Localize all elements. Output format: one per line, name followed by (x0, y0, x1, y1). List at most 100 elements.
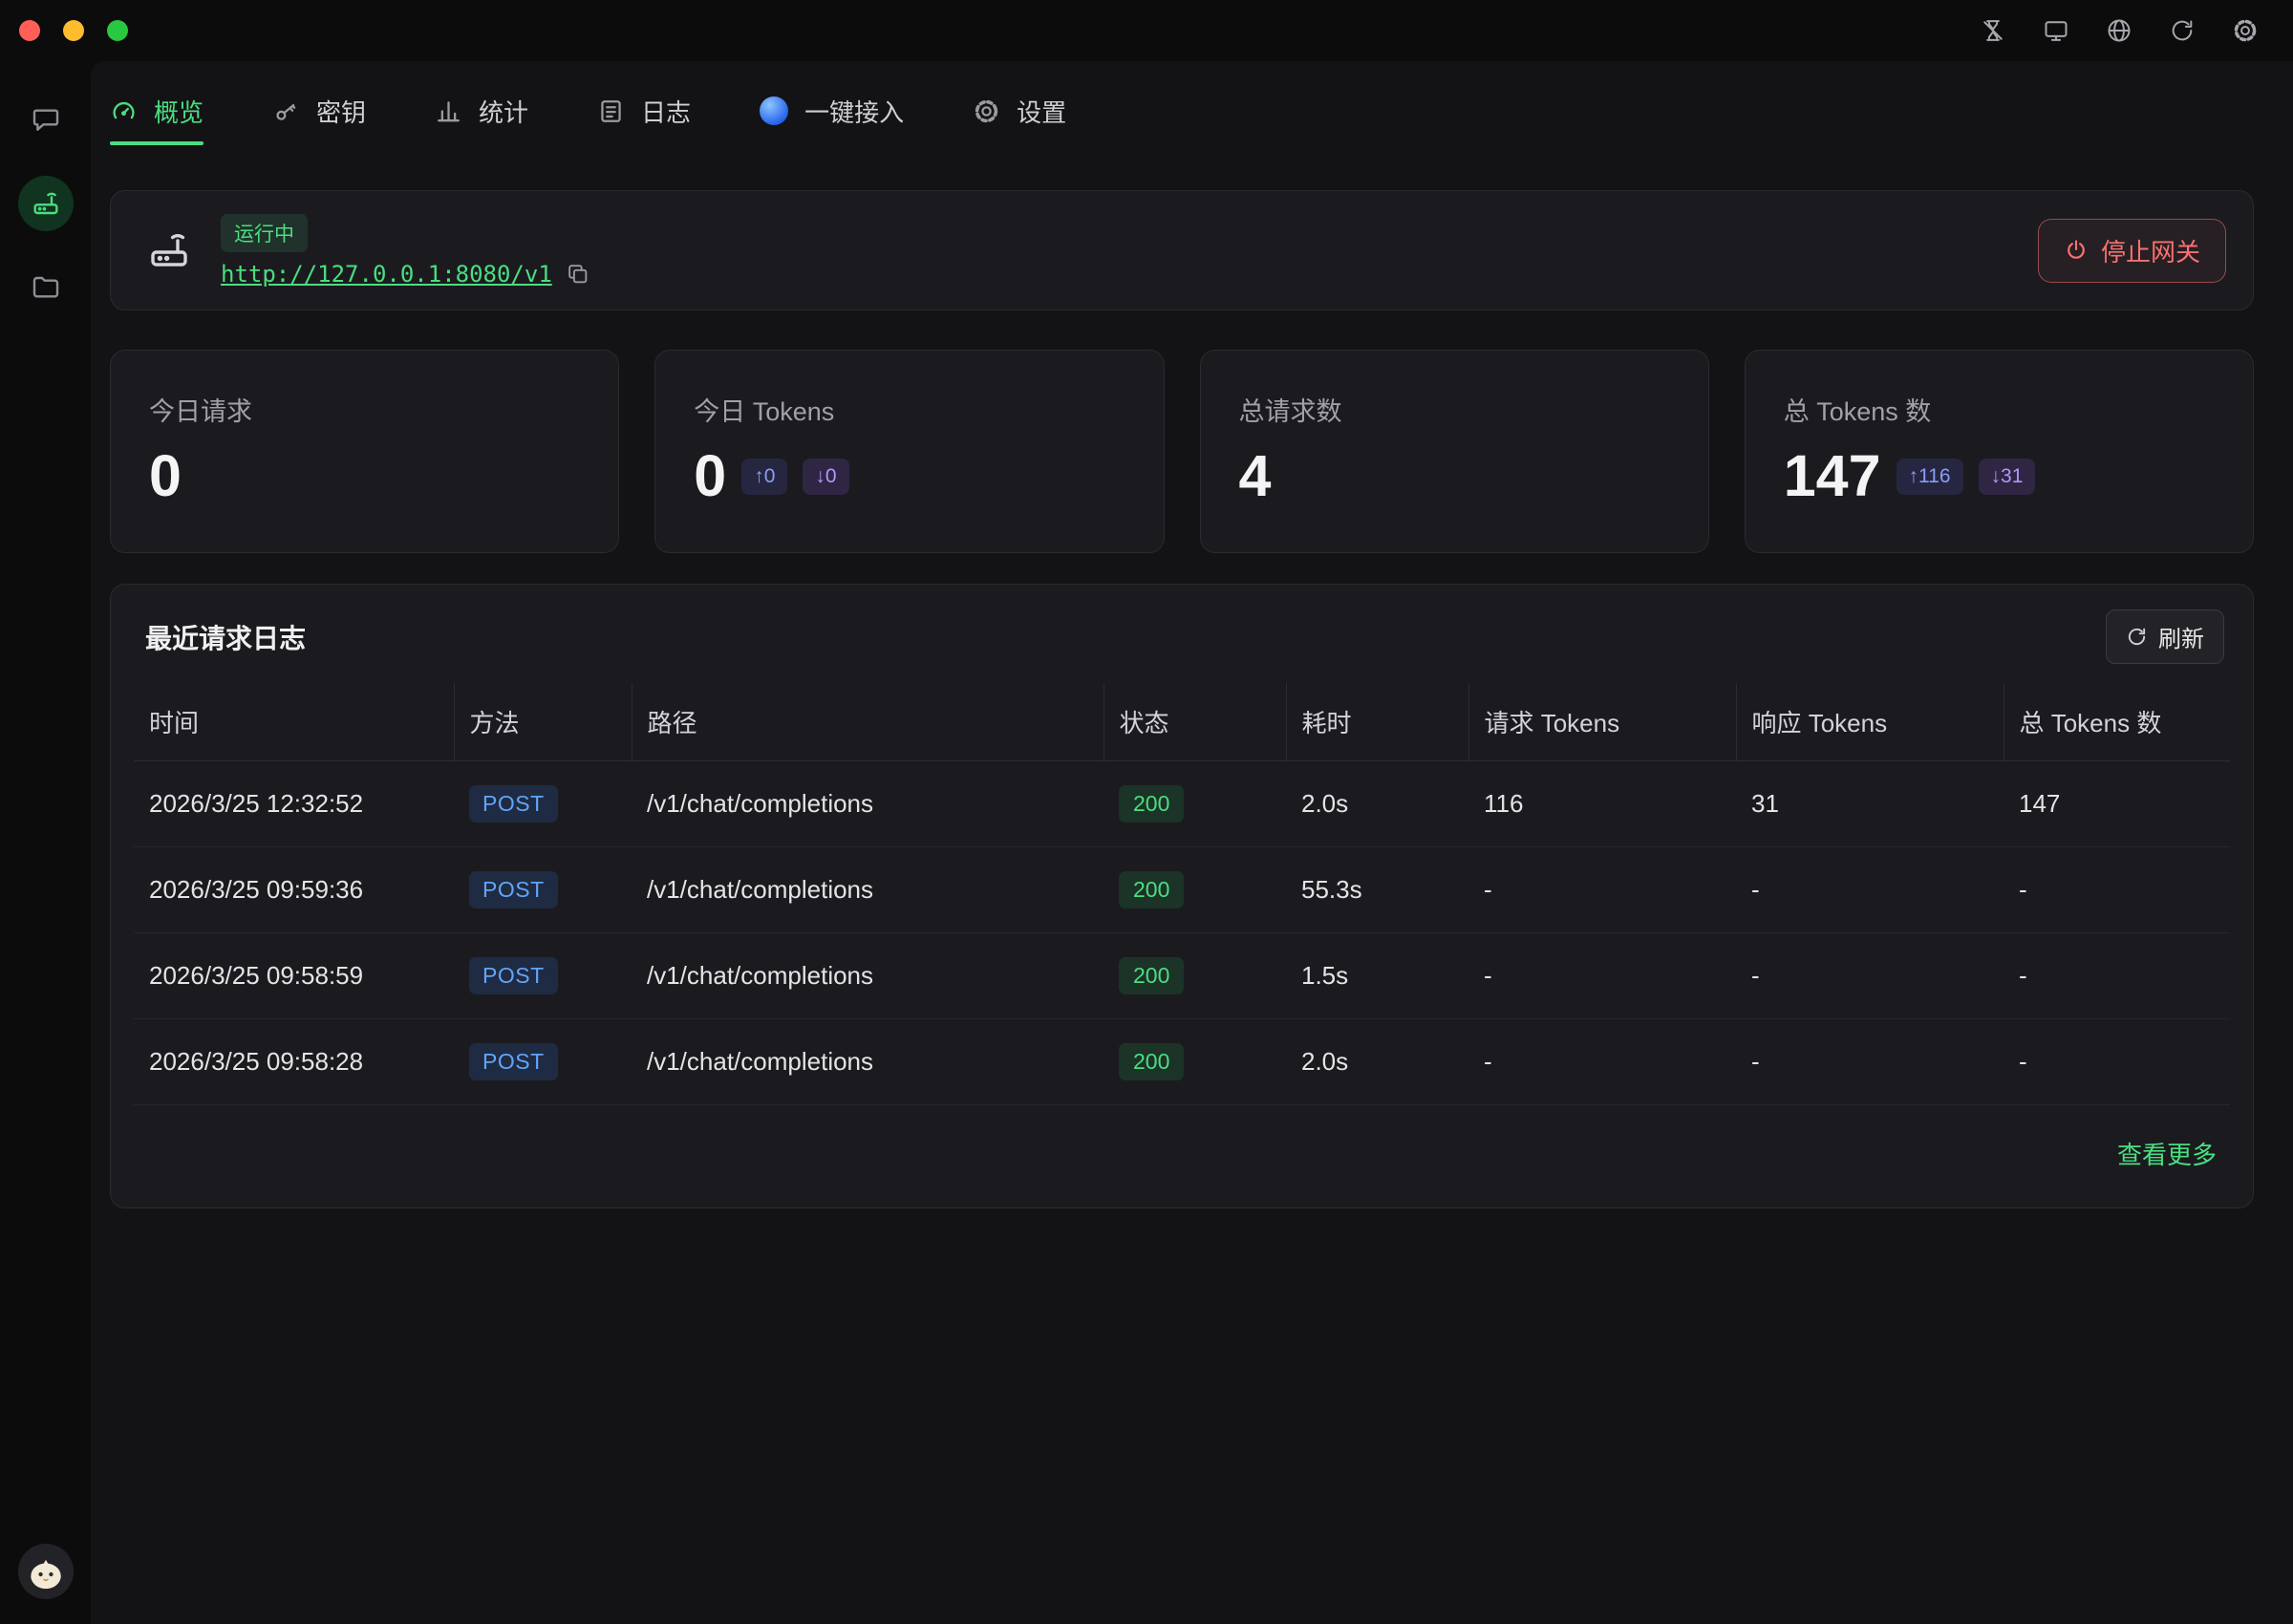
gateway-status-card: 运行中 http://127.0.0.1:8080/v1 (110, 190, 2254, 310)
col-header-req-tokens: 请求 Tokens (1468, 683, 1736, 761)
display-icon[interactable] (2043, 17, 2069, 44)
tokens-down-badge: ↓0 (803, 459, 848, 495)
tab-settings[interactable]: 设置 (973, 76, 1066, 145)
tab-keys[interactable]: 密钥 (272, 76, 366, 145)
cell-total-tokens: 147 (2004, 761, 2230, 847)
logs-title: 最近请求日志 (145, 618, 306, 656)
col-header-res-tokens: 响应 Tokens (1736, 683, 2004, 761)
status-badge: 200 (1119, 957, 1184, 994)
logs-table: 时间 方法 路径 状态 耗时 请求 Tokens 响应 Tokens 总 Tok… (134, 683, 2230, 1105)
stat-value: 0 (694, 447, 726, 505)
tab-stats[interactable]: 统计 (435, 76, 528, 145)
refresh-icon[interactable] (2169, 17, 2196, 44)
titlebar (0, 0, 2293, 61)
cell-total-tokens: - (2004, 847, 2230, 933)
cell-total-tokens: - (2004, 933, 2230, 1019)
sidebar-item-files[interactable] (18, 260, 74, 315)
col-header-path: 路径 (632, 683, 1104, 761)
status-badge: 200 (1119, 871, 1184, 908)
logs-footer: 查看更多 (111, 1105, 2253, 1207)
sidebar-item-gateway[interactable] (18, 176, 74, 231)
col-header-status: 状态 (1104, 683, 1286, 761)
tab-label: 日志 (641, 94, 691, 129)
tokens-up-badge: ↑0 (741, 459, 787, 495)
active-tab-indicator (110, 141, 204, 145)
stop-gateway-button[interactable]: 停止网关 (2038, 219, 2226, 283)
stats-row: 今日请求 0 今日 Tokens 0 ↑0 ↓0 总请求数 4 (110, 350, 2254, 553)
quick-connect-icon (760, 96, 788, 125)
method-badge: POST (469, 957, 558, 994)
tab-label: 概览 (154, 94, 204, 129)
view-more-link[interactable]: 查看更多 (2117, 1136, 2217, 1171)
tab-quick-connect[interactable]: 一键接入 (760, 76, 904, 145)
stat-card-today-tokens: 今日 Tokens 0 ↑0 ↓0 (654, 350, 1164, 553)
router-icon (31, 188, 61, 219)
tab-label: 密钥 (316, 94, 366, 129)
running-status-badge: 运行中 (221, 214, 308, 252)
cell-req-tokens: - (1468, 1019, 1736, 1105)
gateway-url-link[interactable]: http://127.0.0.1:8080/v1 (221, 261, 552, 288)
stat-card-total-tokens: 总 Tokens 数 147 ↑116 ↓31 (1745, 350, 2254, 553)
stat-value: 147 (1784, 447, 1881, 505)
col-header-method: 方法 (454, 683, 632, 761)
app-shell: 概览 密钥 (0, 61, 2293, 1624)
gateway-status-info: 运行中 http://127.0.0.1:8080/v1 (221, 214, 589, 288)
key-icon (272, 97, 300, 125)
tokens-down-badge: ↓31 (1979, 459, 2036, 495)
copy-icon[interactable] (566, 262, 589, 286)
tab-label: 统计 (479, 94, 528, 129)
col-header-duration: 耗时 (1286, 683, 1468, 761)
tab-label: 设置 (1017, 94, 1066, 129)
avatar-mascot-icon (18, 1544, 74, 1599)
tokens-up-badge: ↑116 (1897, 459, 1963, 495)
status-badge: 200 (1119, 1043, 1184, 1080)
timer-off-icon[interactable] (1980, 17, 2006, 44)
table-row: 2026/3/25 09:58:28 POST /v1/chat/complet… (134, 1019, 2230, 1105)
cell-res-tokens: - (1736, 1019, 2004, 1105)
cell-path: /v1/chat/completions (632, 761, 1104, 847)
refresh-button[interactable]: 刷新 (2106, 609, 2224, 664)
avatar[interactable] (18, 1544, 74, 1599)
power-icon (2064, 238, 2089, 263)
tab-overview[interactable]: 概览 (110, 76, 204, 145)
gear-icon[interactable] (2232, 17, 2259, 44)
status-badge: 200 (1119, 785, 1184, 823)
tab-label: 一键接入 (804, 94, 904, 129)
stat-label: 今日 Tokens (694, 391, 1125, 428)
gear-icon (973, 97, 1000, 125)
cell-path: /v1/chat/completions (632, 1019, 1104, 1105)
cell-res-tokens: - (1736, 847, 2004, 933)
gauge-icon (110, 97, 138, 125)
globe-icon[interactable] (2106, 17, 2132, 44)
cell-req-tokens: - (1468, 933, 1736, 1019)
main-panel: 概览 密钥 (91, 61, 2293, 1624)
cell-time: 2026/3/25 09:59:36 (134, 847, 454, 933)
table-row: 2026/3/25 09:59:36 POST /v1/chat/complet… (134, 847, 2230, 933)
logs-header: 最近请求日志 刷新 (111, 585, 2253, 683)
cell-duration: 55.3s (1286, 847, 1468, 933)
tab-bar: 概览 密钥 (110, 76, 2254, 145)
stat-label: 总请求数 (1239, 391, 1670, 428)
sidebar-item-chat[interactable] (18, 92, 74, 147)
traffic-lights (19, 20, 128, 41)
table-row: 2026/3/25 12:32:52 POST /v1/chat/complet… (134, 761, 2230, 847)
folder-icon (31, 272, 61, 303)
stat-value: 4 (1239, 447, 1272, 505)
minimize-window-button[interactable] (63, 20, 84, 41)
close-window-button[interactable] (19, 20, 40, 41)
cell-time: 2026/3/25 09:58:59 (134, 933, 454, 1019)
logs-icon (597, 97, 625, 125)
router-icon (146, 227, 192, 273)
method-badge: POST (469, 871, 558, 908)
bar-chart-icon (435, 97, 462, 125)
tab-logs[interactable]: 日志 (597, 76, 691, 145)
col-header-time: 时间 (134, 683, 454, 761)
cell-req-tokens: - (1468, 847, 1736, 933)
gateway-url-row: http://127.0.0.1:8080/v1 (221, 261, 589, 288)
method-badge: POST (469, 1043, 558, 1080)
stat-label: 今日请求 (149, 391, 580, 428)
zoom-window-button[interactable] (107, 20, 128, 41)
table-header-row: 时间 方法 路径 状态 耗时 请求 Tokens 响应 Tokens 总 Tok… (134, 683, 2230, 761)
cell-req-tokens: 116 (1468, 761, 1736, 847)
cell-res-tokens: 31 (1736, 761, 2004, 847)
